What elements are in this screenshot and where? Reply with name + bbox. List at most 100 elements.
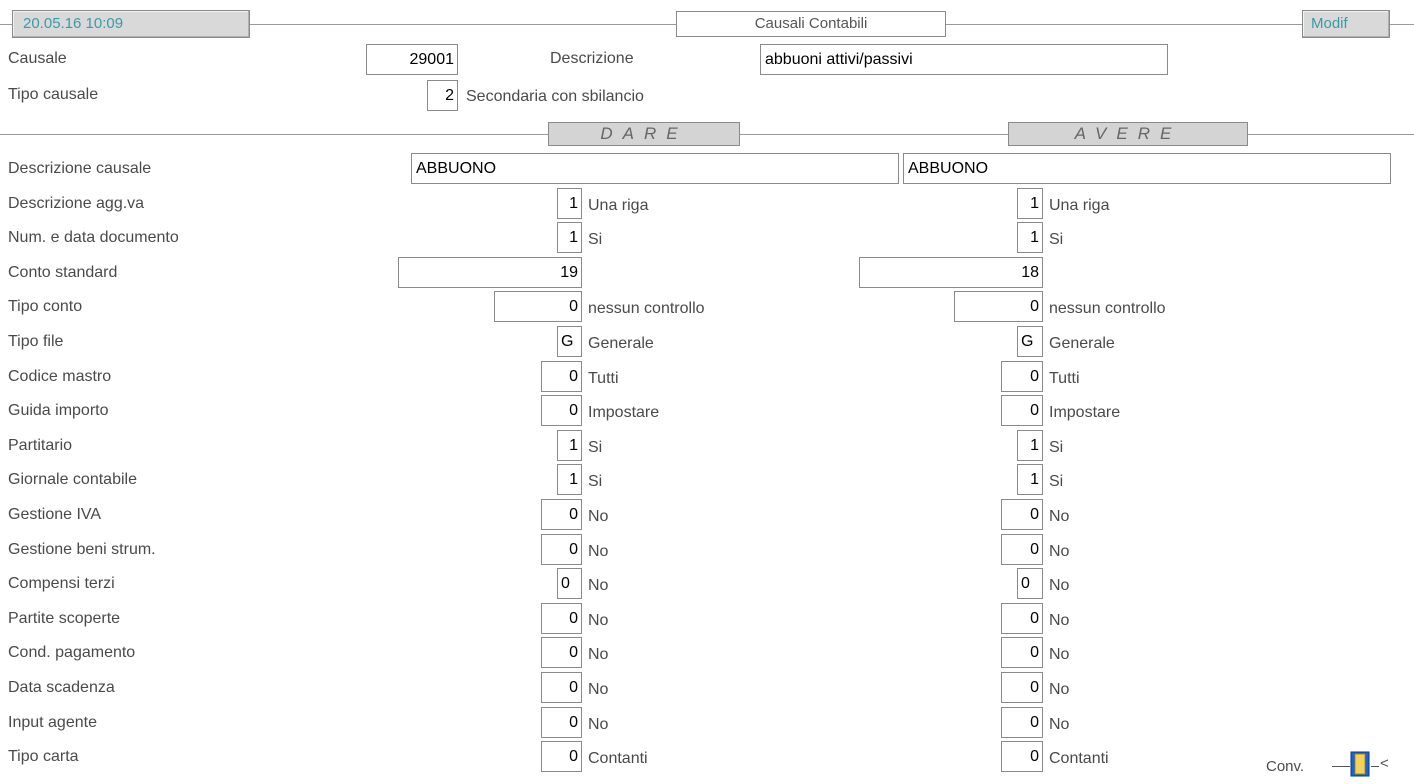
row-label: Num. e data documento [8,229,179,246]
avere-desc: Generale [1049,335,1115,352]
avere-desc: Impostare [1049,404,1121,421]
row-label: Codice mastro [8,368,112,385]
conv-line-right [1371,766,1379,767]
mode-indicator: Modif [1302,10,1390,38]
dare-field[interactable]: 0 [557,568,582,599]
dare-desc: No [588,716,609,733]
door-icon [1350,751,1370,777]
avere-field[interactable]: 0 [1001,707,1043,738]
avere-field[interactable]: G [1017,326,1043,357]
avere-section-header: AVERE [1008,122,1248,146]
page-title: Causali Contabili [676,11,946,37]
dare-field[interactable]: 1 [557,464,582,495]
avere-desc: Si [1049,231,1064,248]
row-label: Tipo carta [8,748,79,765]
avere-desc: Una riga [1049,197,1110,214]
conv-button[interactable]: < [1332,750,1402,780]
row-label: Gestione beni strum. [8,541,156,558]
causale-label: Causale [8,50,67,67]
avere-desc: Tutti [1049,370,1080,387]
row-label: Gestione IVA [8,506,102,523]
avere-desc: No [1049,646,1070,663]
dare-field[interactable]: 0 [541,603,582,634]
dare-field[interactable]: 1 [557,188,582,219]
dare-field[interactable]: 19 [398,257,582,288]
dare-desc: No [588,508,609,525]
dare-field[interactable]: 0 [541,637,582,668]
row-label: Tipo file [8,333,64,350]
dare-field[interactable]: 0 [541,361,582,392]
dare-desc: Impostare [588,404,660,421]
dare-desc: Si [588,439,603,456]
dare-field[interactable]: 0 [541,741,582,772]
avere-field[interactable]: 18 [859,257,1043,288]
datetime-display: 20.05.16 10:09 [12,10,250,38]
dare-field[interactable]: 1 [557,430,582,461]
row-label: Cond. pagamento [8,644,136,661]
tipo-causale-field[interactable]: 2 [427,80,458,111]
row-label: Giornale contabile [8,471,137,488]
conv-label: Conv. [1266,758,1305,775]
causale-field[interactable]: 29001 [366,44,458,75]
dare-desc: Generale [588,335,654,352]
avere-field[interactable]: 0 [1001,741,1043,772]
dare-field[interactable]: G [557,326,582,357]
dare-section-header: DARE [548,122,740,146]
avere-field[interactable]: 1 [1017,464,1043,495]
dare-desc: No [588,612,609,629]
tipo-causale-label: Tipo causale [8,86,99,103]
tipo-causale-desc: Secondaria con sbilancio [466,88,644,105]
row-label: Descrizione agg.va [8,195,145,212]
dare-field[interactable]: 0 [541,395,582,426]
avere-field[interactable]: 0 [1017,568,1043,599]
dare-field[interactable]: 0 [494,291,582,322]
avere-field[interactable]: 0 [1001,672,1043,703]
avere-field[interactable]: 0 [1001,361,1043,392]
avere-field[interactable]: 0 [954,291,1043,322]
avere-field[interactable]: 1 [1017,222,1043,253]
avere-desc: No [1049,543,1070,560]
row-label: Data scadenza [8,679,115,696]
conv-suffix: < [1380,755,1389,772]
avere-field[interactable]: 0 [1001,603,1043,634]
dare-desc: Una riga [588,197,649,214]
avere-field[interactable]: 0 [1001,499,1043,530]
row-label: Compensi terzi [8,575,115,592]
avere-desc: No [1049,716,1070,733]
avere-field[interactable]: ABBUONO [903,153,1391,184]
row-label: Tipo conto [8,298,83,315]
dare-desc: nessun controllo [588,300,705,317]
row-label: Input agente [8,714,97,731]
avere-field[interactable]: 1 [1017,188,1043,219]
avere-desc: Si [1049,473,1064,490]
avere-desc: No [1049,577,1070,594]
avere-field[interactable]: 0 [1001,637,1043,668]
dare-desc: No [588,681,609,698]
dare-field[interactable]: 0 [541,707,582,738]
avere-desc: Si [1049,439,1064,456]
dare-desc: No [588,646,609,663]
row-label: Partite scoperte [8,610,121,627]
dare-desc: No [588,577,609,594]
dare-desc: No [588,543,609,560]
avere-field[interactable]: 1 [1017,430,1043,461]
row-label: Partitario [8,437,73,454]
dare-field[interactable]: ABBUONO [411,153,899,184]
descrizione-field[interactable]: abbuoni attivi/passivi [760,44,1168,75]
avere-desc: No [1049,612,1070,629]
row-label: Descrizione causale [8,160,152,177]
avere-desc: No [1049,508,1070,525]
avere-desc: No [1049,681,1070,698]
avere-field[interactable]: 0 [1001,534,1043,565]
avere-desc: nessun controllo [1049,300,1166,317]
avere-field[interactable]: 0 [1001,395,1043,426]
avere-desc: Contanti [1049,750,1109,767]
dare-field[interactable]: 0 [541,672,582,703]
row-label: Conto standard [8,264,118,281]
row-label: Guida importo [8,402,109,419]
descrizione-label: Descrizione [550,50,634,67]
dare-field[interactable]: 1 [557,222,582,253]
dare-field[interactable]: 0 [541,534,582,565]
conv-line [1332,766,1350,767]
dare-field[interactable]: 0 [541,499,582,530]
